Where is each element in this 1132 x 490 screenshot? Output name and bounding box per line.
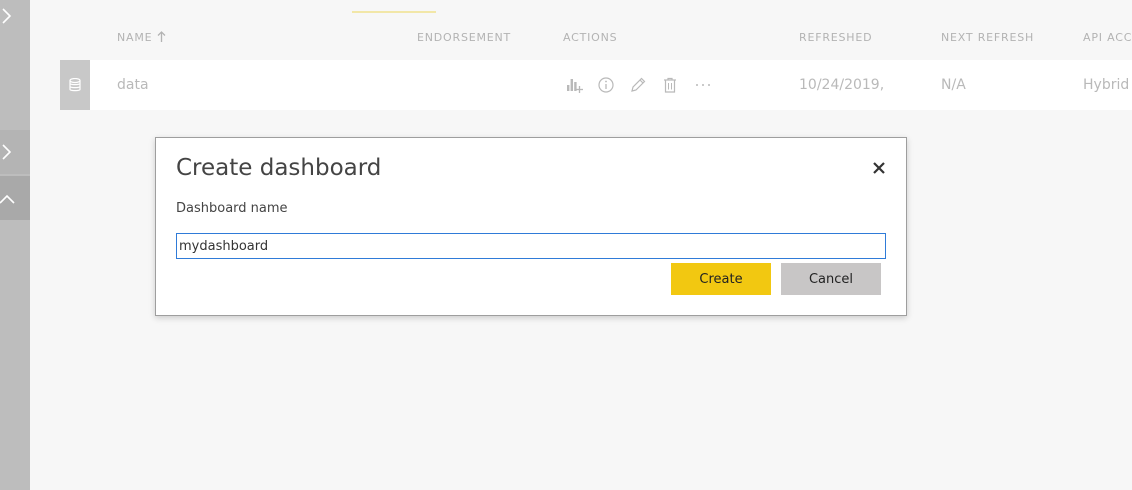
sort-ascending-icon — [157, 31, 166, 42]
close-icon — [873, 162, 885, 174]
refreshed-value: 10/24/2019, — [799, 77, 885, 93]
create-button[interactable]: Create — [671, 263, 771, 295]
dataset-name-link[interactable]: data — [117, 77, 149, 93]
more-options-icon[interactable] — [694, 76, 712, 94]
collapse-section-button[interactable] — [0, 176, 30, 220]
pencil-icon[interactable] — [629, 76, 647, 94]
chevron-up-icon — [0, 194, 15, 204]
expand-nav-button[interactable] — [0, 0, 30, 36]
info-icon[interactable] — [597, 76, 615, 94]
column-header-endorsement[interactable]: ENDORSEMENT — [417, 31, 511, 44]
create-dashboard-dialog: Create dashboard Dashboard name Create C… — [155, 137, 907, 316]
api-access-value: Hybrid — [1083, 77, 1130, 93]
active-tab-indicator — [352, 11, 436, 13]
column-header-next-refresh[interactable]: NEXT REFRESH — [941, 31, 1034, 44]
dashboard-name-input[interactable] — [176, 233, 886, 259]
column-header-refreshed[interactable]: REFRESHED — [799, 31, 872, 44]
cancel-button[interactable]: Cancel — [781, 263, 881, 295]
chevron-right-icon — [2, 144, 12, 160]
close-button[interactable] — [868, 157, 890, 179]
create-report-icon[interactable] — [565, 76, 583, 94]
dataset-type-indicator — [60, 60, 90, 110]
table-row[interactable]: data 10/24/2019, N/A Hybrid — [60, 60, 1132, 110]
next-refresh-value: N/A — [941, 77, 966, 93]
column-header-actions: ACTIONS — [563, 31, 618, 44]
dialog-title: Create dashboard — [176, 155, 382, 181]
column-header-name-label: NAME — [117, 31, 153, 44]
chevron-right-icon — [2, 8, 12, 24]
left-nav-rail — [0, 0, 30, 490]
column-header-name[interactable]: NAME — [117, 31, 166, 44]
column-header-api-access[interactable]: API ACCE — [1083, 31, 1132, 44]
page: NAME ENDORSEMENT ACTIONS REFRESHED NEXT … — [0, 0, 1132, 490]
trash-icon[interactable] — [661, 76, 679, 94]
dashboard-name-label: Dashboard name — [176, 201, 288, 216]
database-icon — [69, 78, 81, 92]
expand-section-button[interactable] — [0, 130, 30, 174]
